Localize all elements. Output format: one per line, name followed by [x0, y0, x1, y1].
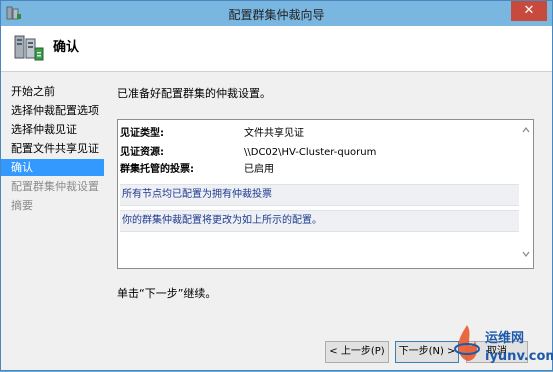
summary-value: \\DC02\HV-Cluster-quorum [244, 147, 377, 158]
summary-row-witness-resource: 见证资源: \\DC02\HV-Cluster-quorum [120, 145, 515, 160]
cluster-servers-icon [14, 35, 44, 61]
nav-step-summary: 摘要 [11, 199, 33, 212]
scroll-down-icon[interactable] [522, 250, 530, 258]
summary-key: 群集托管的投票: [120, 164, 194, 175]
watermark-logo: 运维网 iyunv.com [449, 319, 553, 371]
confirmation-summary-box[interactable]: 见证类型: 文件共享见证 见证资源: \\DC02\HV-Cluster-quo… [117, 119, 534, 269]
summary-note-config-change: 你的群集仲裁配置将更改为如上所示的配置。 [120, 210, 521, 232]
nav-step-confirmation[interactable]: 确认 [1, 159, 104, 176]
summary-key: 见证类型: [120, 128, 164, 139]
summary-note-node-votes: 所有节点均已配置为拥有仲裁投票 [120, 184, 521, 206]
summary-row-witness-type: 见证类型: 文件共享见证 [120, 126, 515, 141]
intro-text: 已准备好配置群集的仲裁设置。 [117, 87, 271, 100]
previous-button[interactable]: < 上一步(P) [325, 341, 389, 363]
nav-step-select-quorum-option[interactable]: 选择仲裁配置选项 [1, 102, 104, 119]
nav-step-configure-file-share-witness[interactable]: 配置文件共享见证 [1, 140, 104, 157]
continue-instruction: 单击“下一步”继续。 [117, 287, 217, 300]
watermark-flame-icon [454, 325, 480, 361]
watermark-text-en: iyunv.com [485, 349, 553, 364]
close-button[interactable]: ✕ [511, 1, 547, 21]
summary-key: 见证资源: [120, 147, 164, 158]
title-bar[interactable]: 配置群集仲裁向导 ✕ [1, 1, 552, 26]
summary-value: 文件共享见证 [244, 128, 304, 139]
nav-step-select-quorum-witness[interactable]: 选择仲裁见证 [1, 121, 104, 138]
wizard-header: 确认 [1, 26, 552, 72]
wizard-window: 配置群集仲裁向导 ✕ 确认 开始之前 选择仲裁配置选项 选择仲裁见证 配置文件共… [0, 0, 553, 371]
watermark-text-cn: 运维网 [485, 331, 525, 346]
summary-scrollbar[interactable] [519, 120, 533, 268]
wizard-steps-nav: 开始之前 选择仲裁配置选项 选择仲裁见证 配置文件共享见证 确认 配置群集仲裁设… [1, 73, 104, 372]
window-title: 配置群集仲裁向导 [228, 8, 325, 22]
close-icon: ✕ [523, 3, 535, 18]
summary-value: 已启用 [244, 164, 274, 175]
nav-step-configure-quorum-settings: 配置群集仲裁设置 [11, 180, 99, 193]
page-title: 确认 [53, 40, 80, 55]
scroll-up-icon[interactable] [522, 126, 530, 134]
nav-step-before-you-begin[interactable]: 开始之前 [1, 83, 104, 100]
summary-row-cluster-managed-voting: 群集托管的投票: 已启用 [120, 162, 515, 177]
